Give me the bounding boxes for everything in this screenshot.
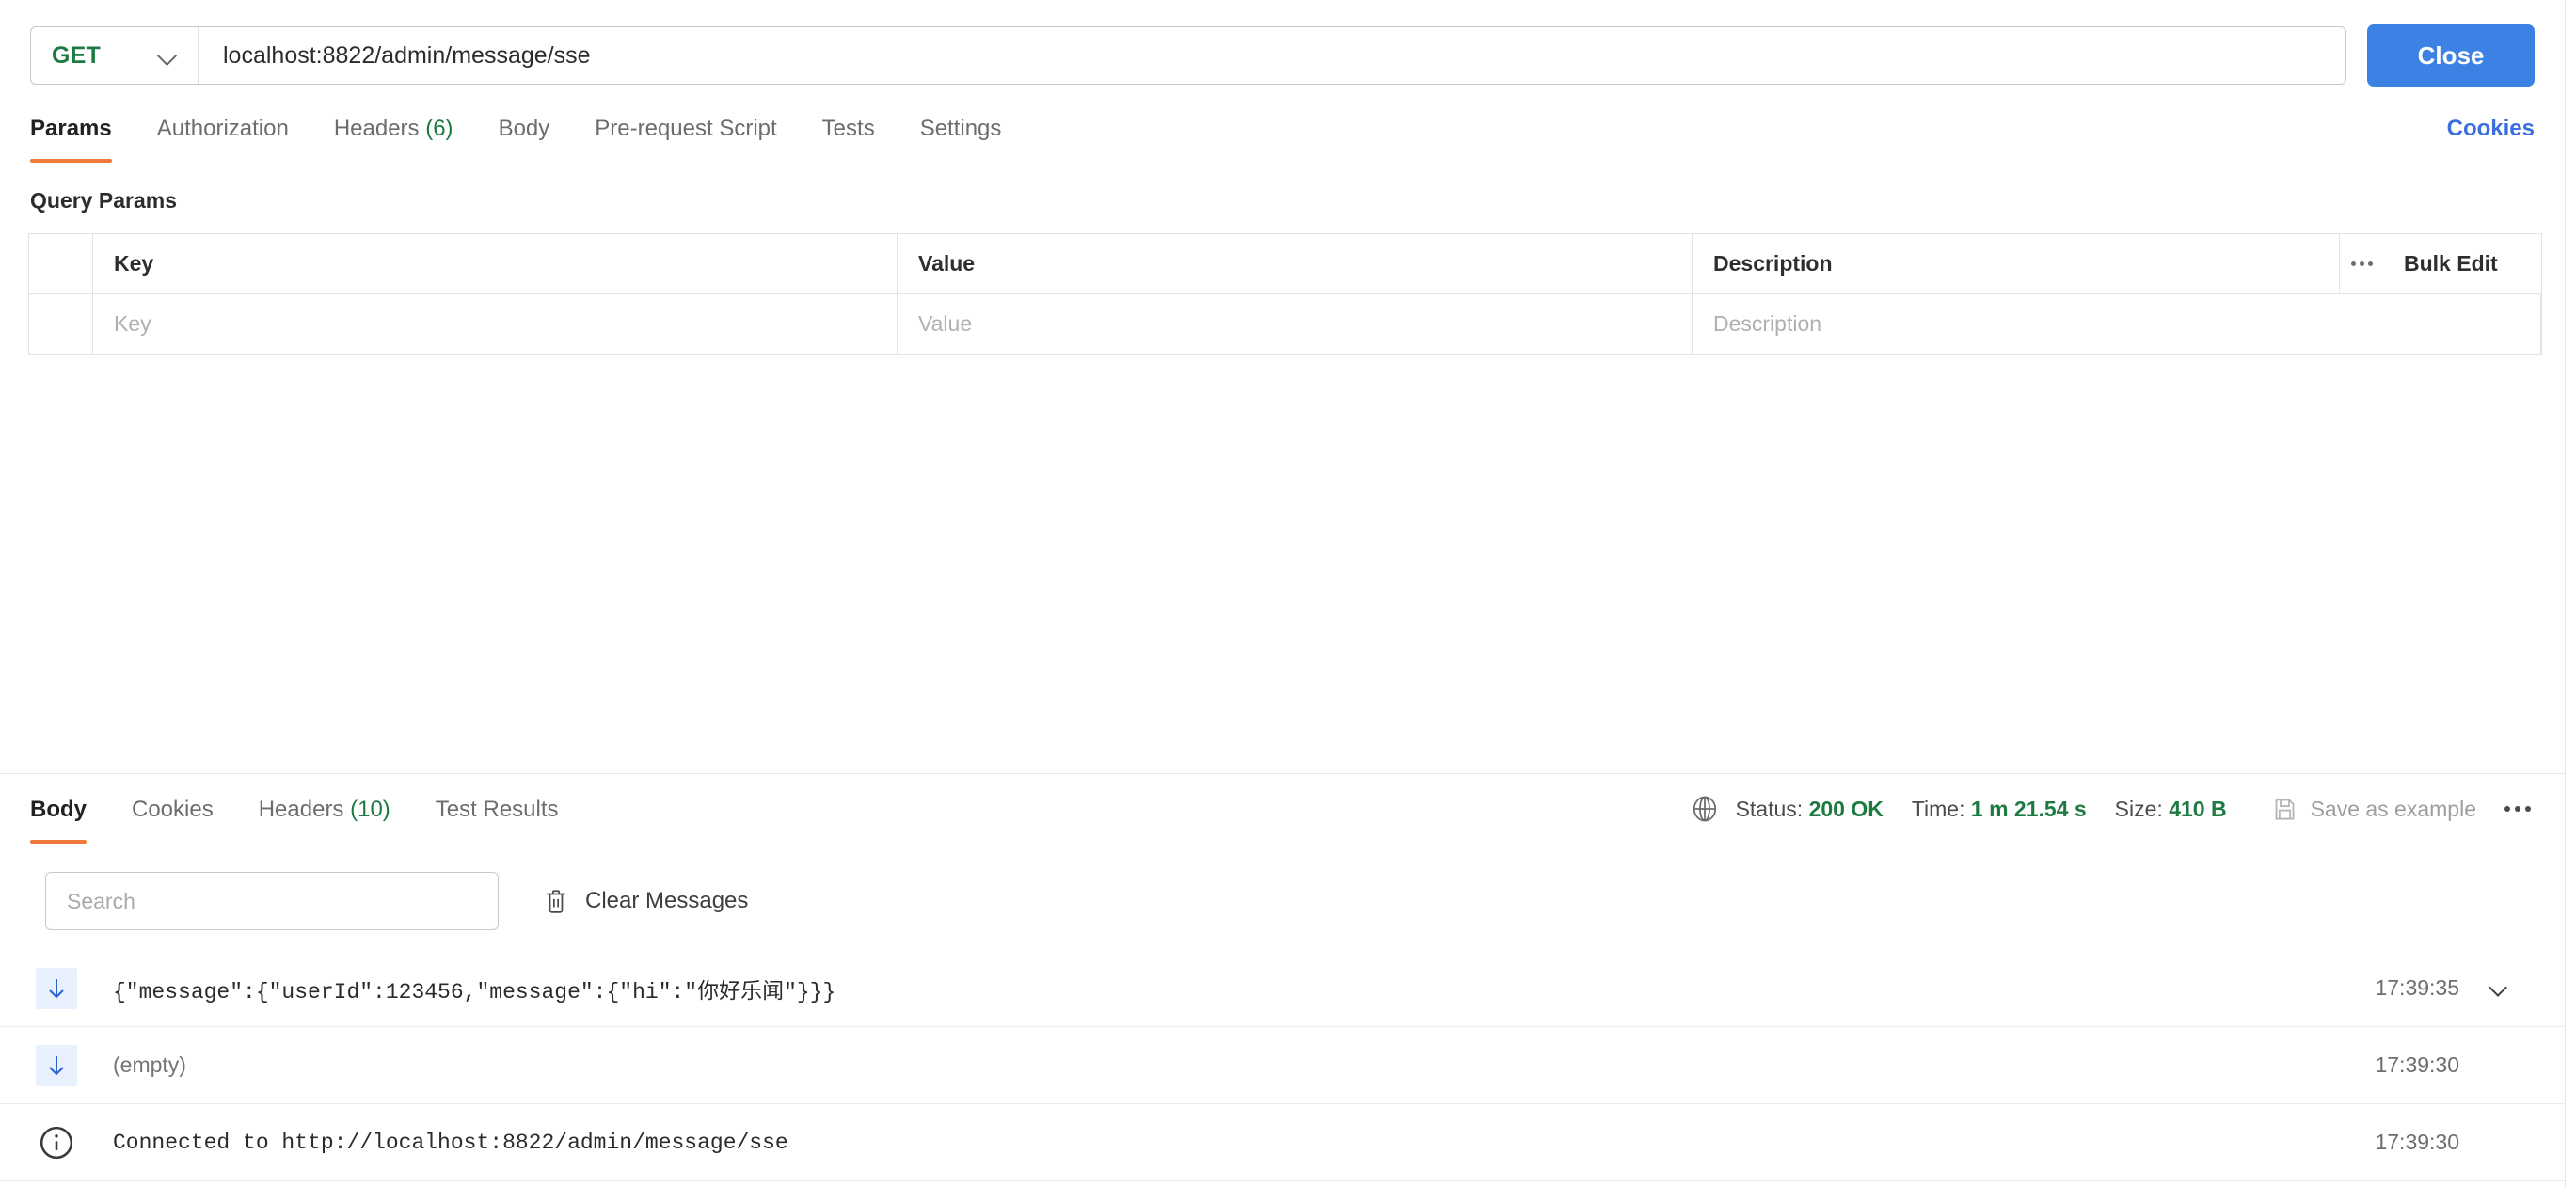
message-direction-cell <box>0 967 113 1009</box>
url-input[interactable] <box>199 27 2345 84</box>
query-params-title: Query Params <box>30 188 177 213</box>
tab-response-headers-count: (10) <box>350 797 390 822</box>
chevron-down-icon <box>2489 980 2506 997</box>
param-value-placeholder: Value <box>918 311 973 336</box>
tab-tests-label: Tests <box>821 116 875 141</box>
arrow-down-icon <box>36 967 77 1009</box>
request-tab-bar: Params Authorization Headers (6) Body Pr… <box>0 111 2565 169</box>
list-item[interactable]: (empty) 17:39:30 <box>0 1027 2565 1104</box>
tab-response-body-label: Body <box>30 797 87 822</box>
response-section-divider <box>0 773 2565 774</box>
status-value: 200 OK <box>1808 796 1884 821</box>
tab-headers-count: (6) <box>425 116 453 141</box>
clear-messages-label: Clear Messages <box>585 888 749 913</box>
size-label: Size: <box>2114 796 2163 821</box>
response-tab-bar: Body Cookies Headers (10) Test Results S… <box>0 792 2565 848</box>
message-list: {"message":{"userId":123456,"message":{"… <box>0 950 2565 1187</box>
time-label: Time: <box>1911 796 1965 821</box>
info-icon <box>40 1126 73 1159</box>
message-text: (empty) <box>113 1052 186 1077</box>
right-rail-divider <box>2565 0 2566 1187</box>
search-input[interactable] <box>45 872 499 930</box>
save-as-example-button[interactable]: Save as example <box>2272 797 2476 822</box>
message-direction-cell <box>0 1044 113 1086</box>
ellipsis-icon <box>2350 261 2373 266</box>
close-button[interactable]: Close <box>2367 24 2535 87</box>
tab-tests[interactable]: Tests <box>822 111 875 163</box>
tab-params-label: Params <box>30 116 112 141</box>
table-row: Key Value Description <box>29 294 2541 355</box>
chevron-down-icon <box>158 45 179 66</box>
message-text: Connected to http://localhost:8822/admin… <box>113 1130 788 1155</box>
column-header-key: Key <box>93 234 898 293</box>
column-header-value: Value <box>898 234 1693 293</box>
save-icon <box>2275 798 2294 820</box>
message-text: {"message":{"userId":123456,"message":{"… <box>113 979 836 1005</box>
tab-authorization-label: Authorization <box>156 116 289 141</box>
message-timestamp: 17:39:30 <box>2375 1052 2459 1077</box>
tab-response-cookies-label: Cookies <box>132 797 214 822</box>
http-method-select[interactable]: GET <box>31 27 199 84</box>
tab-body[interactable]: Body <box>499 111 550 163</box>
tab-settings-label: Settings <box>919 116 1002 141</box>
tab-response-body[interactable]: Body <box>30 792 87 844</box>
list-item[interactable]: Connected to http://localhost:8822/admin… <box>0 1104 2565 1181</box>
column-header-description: Description <box>1693 234 2340 293</box>
row-checkbox-cell[interactable] <box>29 294 93 354</box>
clear-messages-button[interactable]: Clear Messages <box>544 888 748 914</box>
message-direction-cell <box>0 1125 113 1161</box>
tab-headers-label: Headers <box>333 116 420 141</box>
response-meta-bar: Status: 200 OK Time: 1 m 21.54 s Size: 4… <box>1691 792 2535 823</box>
tab-params[interactable]: Params <box>30 111 112 163</box>
http-method-label: GET <box>52 41 101 69</box>
tab-test-results-label: Test Results <box>435 797 559 822</box>
tab-pre-request-script-label: Pre-request Script <box>595 116 777 141</box>
tab-response-headers[interactable]: Headers (10) <box>259 792 390 844</box>
url-bar-row: GET Close <box>0 0 2565 111</box>
response-more-options-button[interactable] <box>2504 806 2531 812</box>
tab-response-headers-label: Headers <box>258 797 344 822</box>
trash-icon <box>547 890 565 913</box>
table-options-button[interactable] <box>2340 234 2383 293</box>
query-params-header-row: Key Value Description Bulk Edit <box>29 234 2541 294</box>
tab-test-results[interactable]: Test Results <box>436 792 559 844</box>
query-params-table: Key Value Description Bulk Edit Key Valu… <box>28 233 2542 355</box>
time-indicator: Time: 1 m 21.54 s <box>1912 797 2087 822</box>
tab-pre-request-script[interactable]: Pre-request Script <box>595 111 776 163</box>
url-bar: GET <box>30 26 2346 85</box>
status-indicator: Status: 200 OK <box>1736 797 1884 822</box>
select-all-cell <box>29 234 93 293</box>
status-label: Status: <box>1735 796 1804 821</box>
time-value: 1 m 21.54 s <box>1970 796 2087 821</box>
tab-body-label: Body <box>498 116 550 141</box>
size-value: 410 B <box>2169 796 2227 821</box>
tab-authorization[interactable]: Authorization <box>157 111 289 163</box>
param-description-cell[interactable]: Description <box>1693 294 2541 354</box>
param-key-placeholder: Key <box>114 311 151 336</box>
arrow-down-icon <box>36 1044 77 1086</box>
list-item[interactable]: {"message":{"userId":123456,"message":{"… <box>0 950 2565 1027</box>
param-key-cell[interactable]: Key <box>93 294 898 354</box>
globe-icon <box>1693 796 1716 822</box>
postman-request-response-view: GET Close Params Authorization Headers (… <box>0 0 2576 1187</box>
messages-toolbar: Clear Messages <box>0 870 2565 932</box>
param-description-placeholder: Description <box>1713 311 1822 336</box>
tab-settings[interactable]: Settings <box>920 111 1002 163</box>
tab-response-cookies[interactable]: Cookies <box>132 792 214 844</box>
message-timestamp: 17:39:30 <box>2375 1130 2459 1154</box>
expand-message-button[interactable] <box>2476 980 2520 997</box>
size-indicator: Size: 410 B <box>2115 797 2227 822</box>
cookies-link[interactable]: Cookies <box>2447 111 2535 142</box>
save-as-example-label: Save as example <box>2310 796 2476 821</box>
bulk-edit-button[interactable]: Bulk Edit <box>2383 234 2541 293</box>
tab-headers[interactable]: Headers (6) <box>334 111 453 163</box>
message-timestamp: 17:39:35 <box>2375 975 2459 1000</box>
param-value-cell[interactable]: Value <box>898 294 1693 354</box>
